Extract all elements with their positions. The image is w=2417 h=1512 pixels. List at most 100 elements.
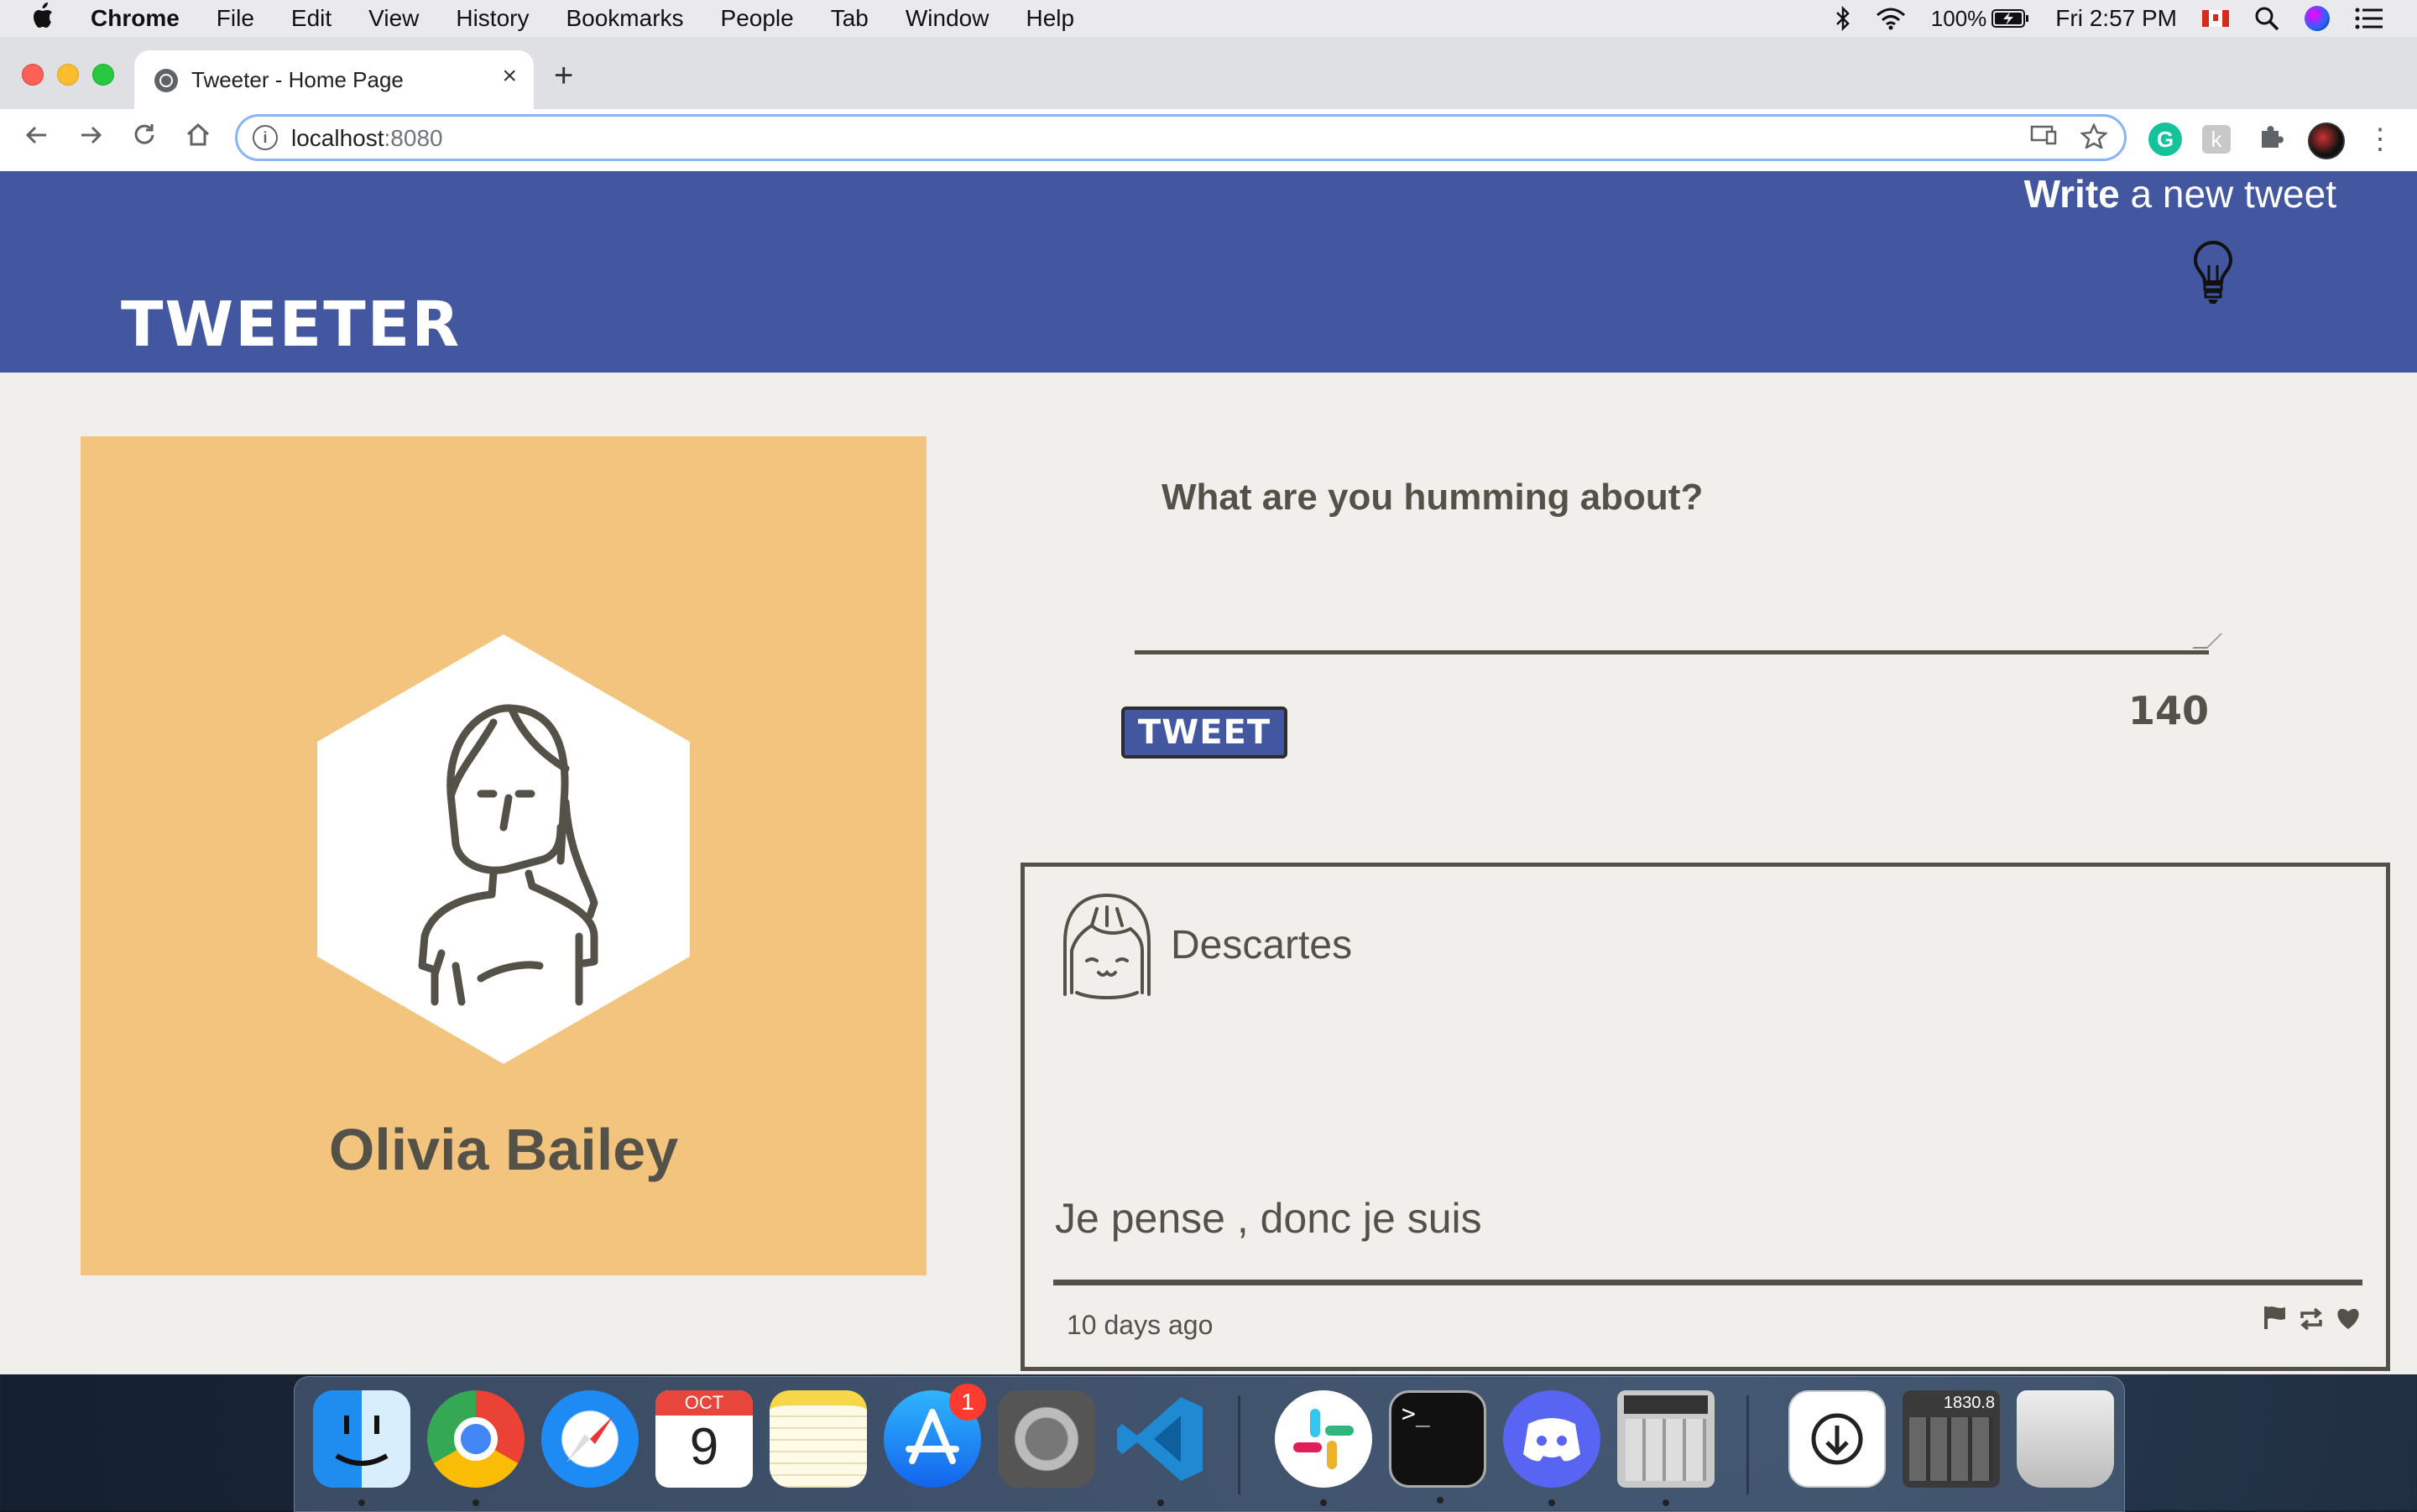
bookmark-star-icon[interactable]	[2080, 122, 2108, 155]
character-counter: 140	[2127, 688, 2209, 733]
safari-icon[interactable]	[541, 1390, 639, 1488]
write-label-bold: Write	[2023, 172, 2120, 216]
tab-title: Tweeter - Home Page	[191, 67, 404, 92]
url-host: localhost	[291, 125, 384, 151]
calculator-icon[interactable]	[1617, 1390, 1715, 1506]
menu-bookmarks[interactable]: Bookmarks	[566, 5, 683, 32]
flag-icon[interactable]	[2263, 1305, 2287, 1337]
menu-help[interactable]: Help	[1026, 5, 1074, 32]
menu-edit[interactable]: Edit	[291, 5, 331, 32]
running-indicator	[1663, 1499, 1669, 1506]
macos-dock: OCT 9 1 >_ 1830.8	[294, 1376, 2125, 1512]
running-indicator	[358, 1499, 365, 1506]
siri-icon[interactable]	[2305, 6, 2330, 31]
address-url[interactable]: localhost:8080	[291, 125, 443, 152]
menu-view[interactable]: View	[368, 5, 419, 32]
grammarly-extension-icon[interactable]: G	[2148, 123, 2182, 156]
site-header: TWEETER Write a new tweet	[0, 171, 2417, 373]
site-brand[interactable]: TWEETER	[121, 289, 461, 361]
close-window-button[interactable]	[22, 64, 44, 86]
reload-icon[interactable]	[126, 121, 163, 158]
tweet-actions	[2252, 1305, 2361, 1337]
menu-people[interactable]: People	[721, 5, 794, 32]
calculator-recent-icon[interactable]: 1830.8	[1903, 1390, 2000, 1488]
tweet-timestamp: 10 days ago	[1067, 1310, 1214, 1340]
system-preferences-icon[interactable]	[998, 1390, 1095, 1488]
control-center-icon[interactable]	[2355, 7, 2383, 30]
apple-menu-icon[interactable]	[30, 2, 54, 38]
tab-active[interactable]: Tweeter - Home Page ×	[134, 50, 534, 109]
vscode-icon[interactable]	[1112, 1390, 1209, 1506]
extensions-puzzle-icon[interactable]	[2254, 123, 2288, 156]
tweet-submit-button[interactable]: TWEET	[1121, 706, 1287, 759]
write-new-tweet-toggle[interactable]: Write a new tweet	[2001, 171, 2336, 339]
menu-history[interactable]: History	[456, 5, 529, 32]
slack-icon[interactable]	[1275, 1390, 1372, 1506]
address-bar[interactable]: i localhost:8080	[235, 114, 2127, 161]
discord-icon[interactable]	[1503, 1390, 1600, 1506]
profile-avatar[interactable]	[2308, 123, 2345, 159]
user-profile-card: Olivia Bailey	[81, 436, 927, 1275]
spotlight-search-icon[interactable]	[2254, 6, 2279, 31]
browser-toolbar: i localhost:8080 G k ⋮	[0, 109, 2417, 172]
calendar-month: OCT	[655, 1390, 753, 1416]
lightbulb-icon[interactable]	[2190, 240, 2236, 307]
calculator-display: 1830.8	[1943, 1394, 1995, 1412]
finder-icon[interactable]	[313, 1390, 410, 1506]
menubar-clock[interactable]: Fri 2:57 PM	[2055, 5, 2177, 32]
site-info-icon[interactable]: i	[253, 125, 278, 150]
app-store-badge: 1	[949, 1384, 986, 1421]
terminal-icon[interactable]: >_	[1389, 1390, 1486, 1504]
menu-tab[interactable]: Tab	[831, 5, 869, 32]
home-icon[interactable]	[180, 121, 217, 158]
back-arrow-icon[interactable]	[18, 121, 55, 158]
globe-icon	[154, 69, 178, 92]
resize-grip-icon[interactable]	[2192, 633, 2222, 649]
notes-icon[interactable]	[770, 1390, 867, 1488]
url-port: :8080	[384, 125, 443, 151]
new-tab-button[interactable]: +	[554, 59, 573, 92]
tweet-author-name: Descartes	[1171, 923, 1353, 967]
forward-arrow-icon[interactable]	[72, 121, 109, 158]
app-store-icon[interactable]: 1	[884, 1384, 986, 1488]
battery-percent[interactable]: 100%	[1931, 6, 1987, 32]
retweet-icon[interactable]	[2299, 1306, 2324, 1337]
extension-k-icon[interactable]: k	[2202, 125, 2231, 154]
write-label-rest: a new tweet	[2119, 172, 2337, 216]
tweet-card: Descartes Je pense , donc je suis 10 day…	[1021, 863, 2390, 1371]
macos-menubar: Chrome File Edit View History Bookmarks …	[0, 0, 2417, 37]
chrome-dock-icon[interactable]	[427, 1390, 525, 1506]
window-controls	[22, 64, 128, 86]
battery-icon[interactable]	[1992, 8, 2030, 29]
calendar-icon[interactable]: OCT 9	[655, 1390, 753, 1488]
minimize-window-button[interactable]	[57, 64, 79, 86]
compose-prompt: What are you humming about?	[1162, 477, 1704, 518]
cast-icon[interactable]	[2030, 123, 2057, 154]
tab-close-icon[interactable]: ×	[502, 62, 517, 91]
wifi-icon[interactable]	[1876, 7, 1906, 30]
chrome-menu-icon[interactable]: ⋮	[2363, 123, 2397, 156]
new-tweet-form: What are you humming about? TWEET 140	[1121, 436, 2222, 806]
tweet-divider	[1053, 1280, 2362, 1285]
menu-app-name[interactable]: Chrome	[91, 5, 180, 32]
zoom-window-button[interactable]	[92, 64, 114, 86]
running-indicator	[1437, 1497, 1443, 1504]
menu-file[interactable]: File	[217, 5, 254, 32]
menu-window[interactable]: Window	[906, 5, 989, 32]
heart-icon[interactable]	[2336, 1306, 2361, 1337]
calendar-day: 9	[689, 1418, 719, 1476]
running-indicator	[1548, 1499, 1555, 1506]
tweet-content: Je pense , donc je suis	[1055, 1195, 1482, 1242]
bluetooth-icon[interactable]	[1835, 6, 1851, 31]
trash-icon[interactable]	[2017, 1390, 2114, 1488]
running-indicator	[1157, 1499, 1164, 1506]
tweeter-page: TWEETER Write a new tweet Olivia Bailey …	[0, 171, 2417, 1374]
input-source-flag-icon[interactable]	[2202, 10, 2229, 27]
write-new-tweet-label[interactable]: Write a new tweet	[2024, 171, 2336, 216]
tweet-author-avatar	[1058, 892, 1156, 1003]
running-indicator	[1320, 1499, 1327, 1506]
dock-separator	[1238, 1395, 1240, 1494]
dock-separator	[1746, 1395, 1749, 1494]
tweet-textarea[interactable]	[1135, 529, 2222, 654]
downloads-stack-icon[interactable]	[1788, 1390, 1886, 1488]
